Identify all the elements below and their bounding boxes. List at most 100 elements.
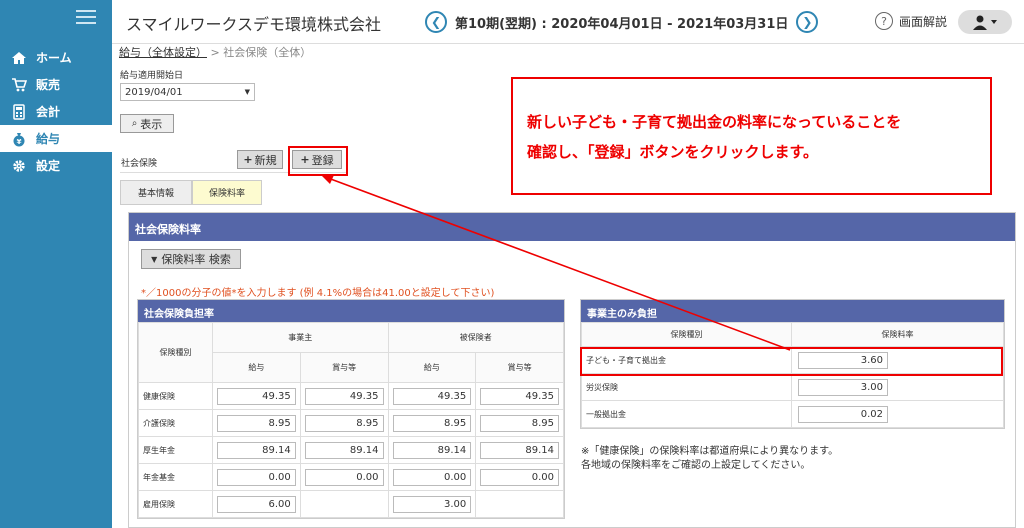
breadcrumb-payroll-link[interactable]: 給与（全体設定）	[119, 46, 207, 59]
bonus-header: 賞与等	[299, 352, 389, 383]
sidebar-nav: ホーム 販売 会計 ¥ 給与 設定	[0, 44, 112, 179]
table-row: 介護保険 8.95 8.95 8.95 8.95	[138, 409, 564, 437]
rate-input[interactable]: 3.00	[392, 495, 472, 513]
empty-cell	[475, 490, 564, 518]
rate-input[interactable]: 89.14	[480, 441, 559, 459]
rate-input[interactable]: 8.95	[392, 414, 472, 432]
callout-line: 新しい子ども・子育て拠出金の料率になっていることを	[527, 113, 902, 131]
breadcrumb-current: 社会保険（全体）	[223, 46, 312, 59]
footnote: ※「健康保険」の保険料率は都道府県により異なります。 各地域の保険料率をご確認の…	[581, 445, 838, 473]
rate-input[interactable]: 6.00	[217, 495, 296, 513]
panel-title: 社会保険料率	[129, 213, 1015, 241]
magnifier-icon: ⌕	[131, 118, 138, 129]
row-label: 健康保険	[138, 382, 213, 410]
rate-input[interactable]: 8.95	[304, 414, 384, 432]
user-icon	[973, 15, 997, 30]
help-link[interactable]: ? 画面解説	[875, 12, 947, 30]
insured-header: 被保険者	[387, 322, 564, 353]
rate-input[interactable]: 89.14	[217, 441, 296, 459]
sidebar-item-payroll[interactable]: ¥ 給与	[0, 125, 112, 152]
table-row: 労災保険 3.00	[581, 373, 1004, 401]
rate-input[interactable]: 0.02	[798, 405, 888, 423]
rate-input[interactable]: 0.00	[392, 468, 472, 486]
menu-toggle-icon[interactable]	[76, 10, 96, 26]
triangle-down-icon: ▼	[151, 254, 158, 264]
sidebar: ホーム 販売 会計 ¥ 給与 設定	[0, 0, 112, 528]
app-root: ホーム 販売 会計 ¥ 給与 設定 スマイルワークスデモ環境株式会社 ❮ 第10…	[0, 0, 1024, 528]
rate-search-button[interactable]: ▼ 保険料率 検索	[141, 249, 241, 269]
show-button-label: 表示	[140, 117, 163, 131]
breadcrumb: 給与（全体設定） > 社会保険（全体）	[119, 44, 311, 60]
childcare-row-highlight	[580, 347, 1003, 376]
col-rate-header: 保険料率	[791, 322, 1004, 347]
svg-text:¥: ¥	[17, 138, 22, 146]
sidebar-item-label: 設定	[36, 159, 61, 173]
rate-input[interactable]: 49.35	[217, 387, 296, 405]
salary-header: 給与	[387, 352, 477, 383]
top-header: スマイルワークスデモ環境株式会社 ❮ 第10期(翌期) : 2020年04月01…	[112, 0, 1024, 44]
rate-input[interactable]: 8.95	[217, 414, 296, 432]
rate-input[interactable]: 89.14	[304, 441, 384, 459]
employer-table-title: 事業主のみ負担	[581, 300, 1004, 322]
prev-period-button[interactable]: ❮	[425, 11, 447, 33]
rate-input[interactable]: 0.00	[217, 468, 296, 486]
help-label: 画面解説	[899, 14, 948, 29]
table-row: 厚生年金 89.14 89.14 89.14 89.14	[138, 436, 564, 464]
table-row: 雇用保険 6.00 3.00	[138, 490, 564, 518]
tab-insurance-rate[interactable]: 保険料率	[192, 180, 262, 205]
insurance-label: 社会保険	[121, 159, 158, 169]
sidebar-item-settings[interactable]: 設定	[0, 152, 112, 179]
calculator-icon	[10, 103, 28, 121]
rate-input[interactable]: 3.00	[798, 378, 888, 396]
sidebar-item-label: ホーム	[36, 51, 72, 65]
show-button[interactable]: ⌕ 表示	[120, 114, 174, 133]
user-menu-button[interactable]	[958, 10, 1012, 34]
instruction-callout: 新しい子ども・子育て拠出金の料率になっていることを 確認し、「登録」ボタンをクリ…	[511, 77, 992, 195]
row-label: 厚生年金	[138, 436, 213, 464]
rate-input[interactable]: 0.00	[480, 468, 559, 486]
start-date-label: 給与適用開始日	[120, 71, 184, 81]
sidebar-item-home[interactable]: ホーム	[0, 44, 112, 71]
register-highlight	[288, 146, 348, 176]
fiscal-period: 第10期(翌期) : 2020年04月01日 - 2021年03月31日	[455, 16, 789, 32]
sidebar-item-sales[interactable]: 販売	[0, 71, 112, 98]
table-row: 一般拠出金 0.02	[581, 400, 1004, 428]
rate-input[interactable]: 49.35	[304, 387, 384, 405]
salary-header: 給与	[212, 352, 301, 383]
table-row: 健康保険 49.35 49.35 49.35 49.35	[138, 382, 564, 410]
burden-grid: 保険種別 事業主 被保険者 給与 賞与等 給与 賞与等 健康保険 49.35 49.…	[138, 322, 564, 518]
input-note: *／1000の分子の値*を入力します (例 4.1%の場合は41.00と設定して…	[141, 288, 495, 299]
sidebar-item-label: 販売	[36, 78, 61, 92]
rate-search-label: 保険料率 検索	[161, 253, 231, 266]
start-date-select[interactable]: 2019/04/01 ▼	[120, 83, 255, 101]
callout-line: 確認し、「登録」ボタンをクリックします。	[527, 143, 819, 161]
start-date-value: 2019/04/01	[125, 86, 183, 98]
bonus-header: 賞与等	[475, 352, 564, 383]
company-name: スマイルワークスデモ環境株式会社	[126, 15, 382, 34]
sidebar-item-accounting[interactable]: 会計	[0, 98, 112, 125]
row-label: 雇用保険	[138, 490, 213, 518]
chevron-left-icon: ❮	[430, 15, 442, 29]
row-label: 介護保険	[138, 409, 213, 437]
sidebar-item-label: 給与	[36, 132, 61, 146]
rate-input[interactable]: 8.95	[480, 414, 559, 432]
new-button[interactable]: + 新規	[237, 150, 283, 169]
rate-input[interactable]: 49.35	[480, 387, 559, 405]
row-label: 一般拠出金	[581, 400, 792, 428]
row-label: 年金基金	[138, 463, 213, 491]
cart-icon	[10, 76, 28, 94]
next-period-button[interactable]: ❯	[796, 11, 819, 33]
empty-cell	[299, 490, 389, 518]
moneybag-icon: ¥	[10, 130, 28, 148]
rate-input[interactable]: 49.35	[392, 387, 472, 405]
plus-icon: +	[243, 153, 253, 166]
tab-basic-info[interactable]: 基本情報	[120, 180, 192, 205]
caret-down-icon: ▼	[244, 88, 250, 96]
employer-header: 事業主	[212, 322, 389, 353]
chevron-right-icon: ❯	[802, 15, 813, 29]
footnote-line: 各地域の保険料率をご確認の上設定してください。	[581, 460, 811, 471]
period-navigator: ❮ 第10期(翌期) : 2020年04月01日 - 2021年03月31日 ❯	[425, 11, 819, 33]
col-type-header: 保険種別	[581, 322, 792, 347]
rate-input[interactable]: 89.14	[392, 441, 472, 459]
rate-input[interactable]: 0.00	[304, 468, 384, 486]
